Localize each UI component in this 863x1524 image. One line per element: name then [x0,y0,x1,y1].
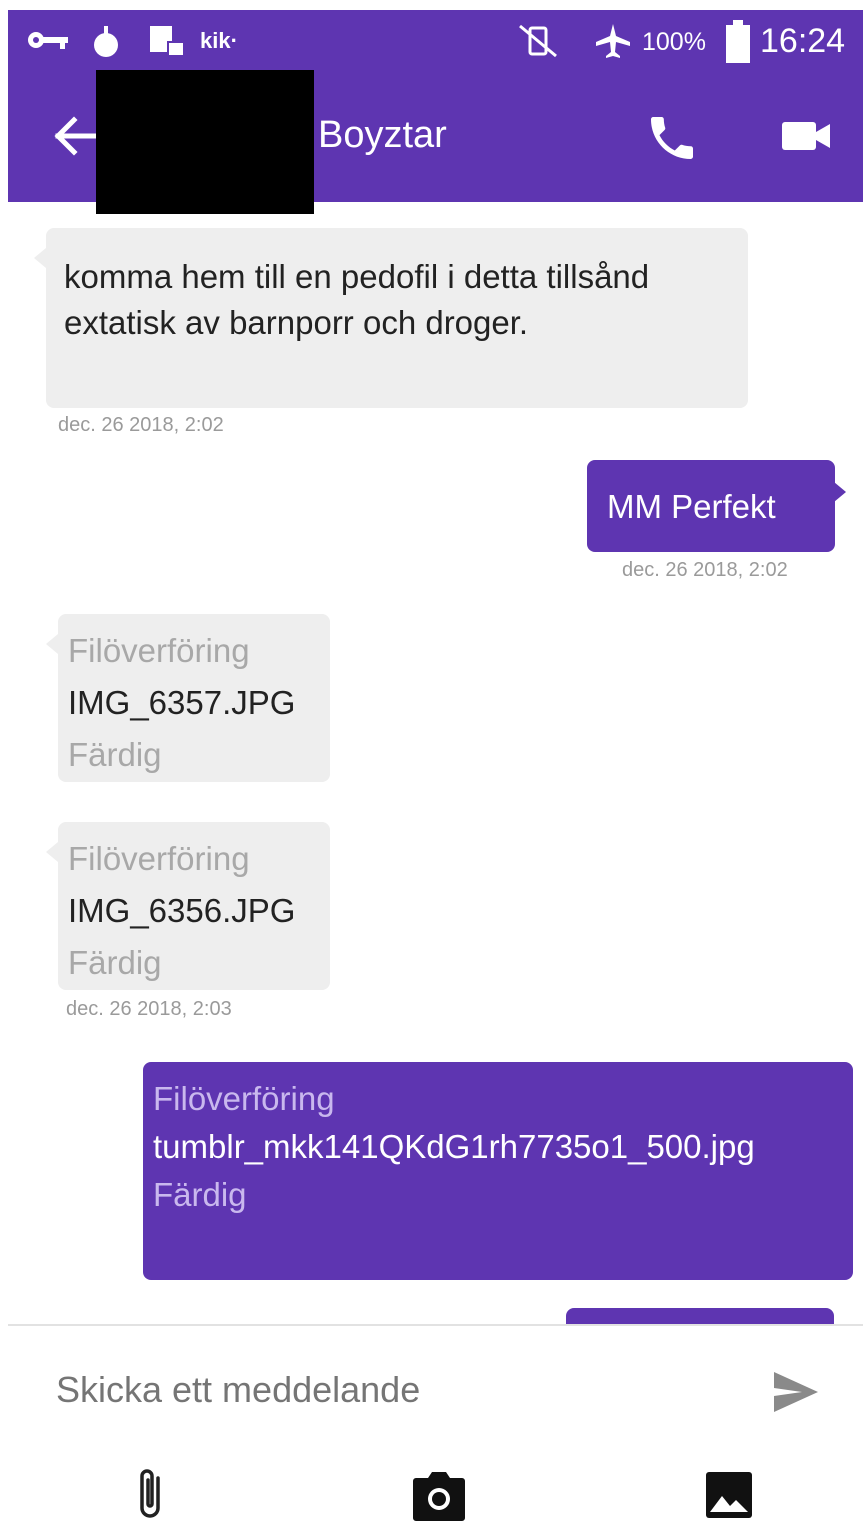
file-transfer-title: Filöverföring [68,840,250,877]
kik-badge: kik· [200,28,238,53]
message-timestamp: dec. 26 2018, 2:02 [58,414,224,436]
vpn-key-icon [28,32,68,49]
file-name: IMG_6356.JPG [68,892,296,929]
message-text: MM Perfekt [607,488,776,525]
sd-card-lock-icon [150,26,185,57]
message-list[interactable]: komma hem till en pedofil i detta tillså… [0,202,863,1324]
contact-name[interactable]: Boyztar [318,114,447,157]
outgoing-file-transfer-bubble[interactable]: Filöverföring tumblr_mkk141QKdG1rh7735o1… [143,1062,853,1280]
attach-icon[interactable] [132,1464,168,1524]
avatar [96,70,314,214]
message-text: komma hem till en pedofil i detta tillså… [64,258,650,341]
battery-percentage: 100% [642,28,706,56]
file-name: IMG_6357.JPG [68,684,296,721]
file-transfer-title: Filöverföring [153,1080,335,1117]
file-transfer-title: Filöverföring [68,632,250,669]
video-call-icon[interactable] [780,118,832,154]
send-icon[interactable] [772,1370,820,1414]
chat-header: Boyztar [8,70,863,214]
file-name: tumblr_mkk141QKdG1rh7735o1_500.jpg [153,1128,755,1165]
bomb-icon [94,26,118,57]
outgoing-message-bubble[interactable]: MM Perfekt [587,460,835,552]
vibrate-off-icon [519,24,557,58]
incoming-file-transfer-bubble[interactable]: Filöverföring IMG_6356.JPG Färdig [58,822,330,990]
file-transfer-status: Färdig [153,1176,247,1213]
outgoing-message-bubble[interactable] [566,1308,834,1324]
clock: 16:24 [760,22,846,60]
incoming-file-transfer-bubble[interactable]: Filöverföring IMG_6357.JPG Färdig [58,614,330,782]
status-bar: kik· 100% 16:24 [8,10,863,70]
message-timestamp: dec. 26 2018, 2:03 [66,998,232,1020]
file-transfer-status: Färdig [68,736,162,773]
camera-icon[interactable] [412,1472,466,1522]
message-input[interactable] [56,1366,736,1414]
battery-icon [726,20,750,63]
incoming-message-bubble[interactable]: komma hem till en pedofil i detta tillså… [46,228,748,408]
composer [0,1326,863,1524]
phone-icon[interactable] [644,110,700,166]
message-timestamp: dec. 26 2018, 2:02 [622,559,788,581]
gallery-icon[interactable] [706,1472,752,1520]
airplane-mode-icon [596,24,630,58]
back-arrow-icon[interactable] [54,116,98,156]
file-transfer-status: Färdig [68,944,162,981]
